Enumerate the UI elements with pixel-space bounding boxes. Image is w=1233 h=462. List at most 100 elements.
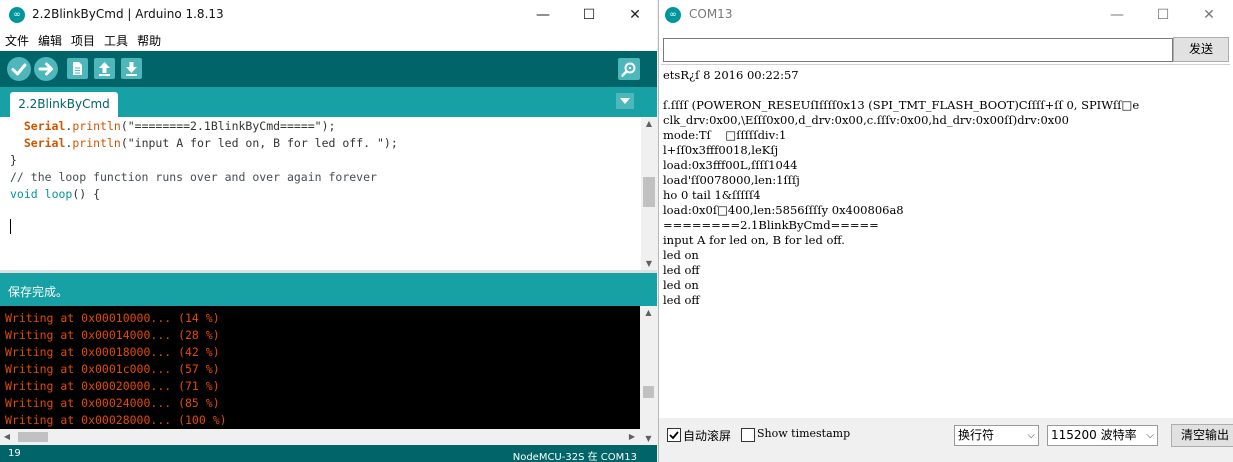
- baud-rate-select[interactable]: 115200 波特率 ⌵: [1047, 425, 1158, 446]
- status-bar: 保存完成。: [0, 273, 657, 306]
- line-ending-select[interactable]: 换行符 ⌵: [954, 425, 1039, 446]
- code-editor[interactable]: Serial.println("========2.1BlinkByCmd===…: [0, 117, 641, 270]
- minimize-button[interactable]: —: [1094, 0, 1140, 30]
- line-number: 19: [8, 448, 21, 459]
- timestamp-label[interactable]: Show timestamp: [757, 427, 850, 440]
- minimize-button[interactable]: —: [520, 0, 566, 30]
- code-token: Serial: [23, 119, 66, 133]
- serial-bottom-bar: 自动滚屏 Show timestamp 换行符 ⌵ 115200 波特率 ⌵ 清空输…: [659, 418, 1233, 462]
- checkmark-icon: [669, 431, 679, 440]
- scroll-up-icon[interactable]: ▲: [640, 308, 657, 317]
- serial-monitor-button[interactable]: [618, 58, 640, 80]
- serial-line: l+ſſ0x3fff0018,leKſj: [663, 143, 779, 157]
- code-token: () {: [72, 187, 101, 201]
- serial-line: clk_drv:0x00,\Eſſſ0x00,d_drv:0x00,c.ſſſv…: [663, 113, 1069, 127]
- close-button[interactable]: ✕: [612, 0, 657, 30]
- scroll-down-icon[interactable]: ▼: [640, 434, 657, 443]
- ide-titlebar: ∞ 2.2BlinkByCmd | Arduino 1.8.13 — ☐ ✕: [0, 0, 657, 30]
- code-line: }: [10, 153, 17, 167]
- footer-bar: 19 NodeMCU-32S 在 COM13: [0, 445, 657, 462]
- scroll-up-icon[interactable]: ▲: [641, 119, 657, 128]
- serial-output: etsR¿ſ 8 2016 00:22:57 ſ.ſſſſ (POWERON_R…: [661, 64, 1230, 417]
- serial-titlebar: ∞ COM13 — ☐ ✕: [659, 0, 1233, 30]
- menu-help[interactable]: 帮助: [132, 31, 165, 52]
- console-line: Writing at 0x0001c000... (57 %): [5, 362, 220, 376]
- code-token: ("========2.1BlinkByCmd=====");: [120, 119, 336, 133]
- triangle-down-icon: [620, 98, 630, 104]
- autoscroll-label[interactable]: 自动滚屏: [683, 427, 731, 444]
- tab-sketch[interactable]: 2.2BlinkByCmd: [10, 92, 118, 117]
- arduino-logo-icon: ∞: [665, 7, 681, 23]
- arduino-ide-window: ∞ 2.2BlinkByCmd | Arduino 1.8.13 — ☐ ✕ 文…: [0, 0, 657, 462]
- scrollbar-thumb[interactable]: [18, 432, 48, 442]
- code-line: Serial.println("input A for led on, B fo…: [23, 136, 398, 150]
- chevron-down-icon: ⌵: [1146, 430, 1154, 441]
- serial-line: led off: [663, 263, 700, 277]
- console-hscrollbar[interactable]: ◀ ▶: [0, 429, 640, 445]
- board-port-label: NodeMCU-32S 在 COM13: [512, 452, 637, 462]
- console-line: Writing at 0x00028000... (100 %): [5, 413, 227, 427]
- timestamp-checkbox[interactable]: [741, 428, 755, 442]
- close-button[interactable]: ✕: [1186, 0, 1232, 30]
- code-token: println: [72, 119, 121, 133]
- console-output: Writing at 0x00010000... (14 %) Writing …: [0, 306, 640, 429]
- magnifier-icon: [621, 62, 636, 77]
- clear-output-button[interactable]: 清空输出: [1171, 424, 1233, 447]
- send-button[interactable]: 发送: [1173, 37, 1229, 62]
- new-file-icon: [73, 62, 82, 75]
- serial-line: ſ.ſſſſ (POWERON_RESEUſIſſſſ0x13 (SPI_TMT…: [663, 98, 1140, 112]
- ide-menubar: 文件 编辑 项目 工具 帮助: [0, 30, 657, 51]
- chevron-down-icon: ⌵: [1027, 430, 1035, 441]
- baud-rate-value: 115200 波特率: [1051, 428, 1137, 442]
- code-line: Serial.println("========2.1BlinkByCmd===…: [23, 119, 336, 133]
- serial-line: ========2.1BlinkByCmd=====: [663, 218, 879, 232]
- code-token: Serial: [23, 136, 66, 150]
- tab-menu-button[interactable]: [616, 93, 634, 109]
- code-token: println: [72, 136, 121, 150]
- console-line: Writing at 0x00010000... (14 %): [5, 311, 220, 325]
- ide-window-title: 2.2BlinkByCmd | Arduino 1.8.13: [32, 7, 224, 21]
- status-message: 保存完成。: [8, 285, 69, 299]
- maximize-button[interactable]: ☐: [1140, 0, 1186, 30]
- code-token: loop: [44, 187, 73, 201]
- serial-line: load:0x3fff00L,ſſſſ1044: [663, 158, 798, 172]
- ide-toolbar: [0, 51, 657, 87]
- serial-input-field[interactable]: [663, 38, 1173, 62]
- scrollbar-thumb[interactable]: [643, 177, 655, 207]
- scroll-left-icon[interactable]: ◀: [2, 432, 12, 441]
- new-button[interactable]: [67, 58, 88, 79]
- serial-line: load'ſſ0078000,len:1ſſſj: [663, 173, 800, 187]
- tab-bar: 2.2BlinkByCmd: [0, 87, 657, 117]
- menu-file[interactable]: 文件: [0, 31, 33, 52]
- upload-arrow-icon: [38, 62, 53, 76]
- console-vscrollbar[interactable]: ▲ ▼: [640, 306, 657, 445]
- serial-line: led on: [663, 248, 699, 262]
- code-comment: // the loop function runs over and over …: [10, 170, 377, 184]
- scroll-right-icon[interactable]: ▶: [627, 432, 637, 441]
- maximize-button[interactable]: ☐: [566, 0, 612, 30]
- upload-button[interactable]: [34, 57, 58, 81]
- save-down-arrow-icon: [126, 62, 137, 76]
- verify-button[interactable]: [7, 57, 31, 81]
- verify-icon: [11, 63, 27, 76]
- code-token: void: [10, 187, 38, 201]
- menu-sketch[interactable]: 项目: [66, 31, 99, 52]
- console-line: Writing at 0x00020000... (71 %): [5, 379, 220, 393]
- serial-monitor-window: ∞ COM13 — ☐ ✕ 发送 etsR¿ſ 8 2016 00:22:57 …: [658, 0, 1233, 462]
- open-button[interactable]: [94, 58, 115, 79]
- menu-tools[interactable]: 工具: [99, 31, 132, 52]
- open-up-arrow-icon: [99, 62, 110, 76]
- arduino-logo-icon: ∞: [9, 7, 25, 23]
- serial-line: etsR¿ſ 8 2016 00:22:57: [663, 68, 799, 82]
- save-button[interactable]: [121, 58, 142, 79]
- scrollbar-thumb[interactable]: [643, 386, 654, 398]
- console-line: Writing at 0x00024000... (85 %): [5, 396, 220, 410]
- serial-line: led on: [663, 278, 699, 292]
- text-caret: [10, 219, 11, 234]
- editor-scrollbar[interactable]: ▲ ▼: [641, 117, 657, 270]
- autoscroll-checkbox[interactable]: [667, 428, 681, 442]
- menu-edit[interactable]: 编辑: [33, 31, 66, 52]
- console-line: Writing at 0x00018000... (42 %): [5, 345, 220, 359]
- serial-window-title: COM13: [689, 7, 733, 21]
- scroll-down-icon[interactable]: ▼: [641, 259, 657, 268]
